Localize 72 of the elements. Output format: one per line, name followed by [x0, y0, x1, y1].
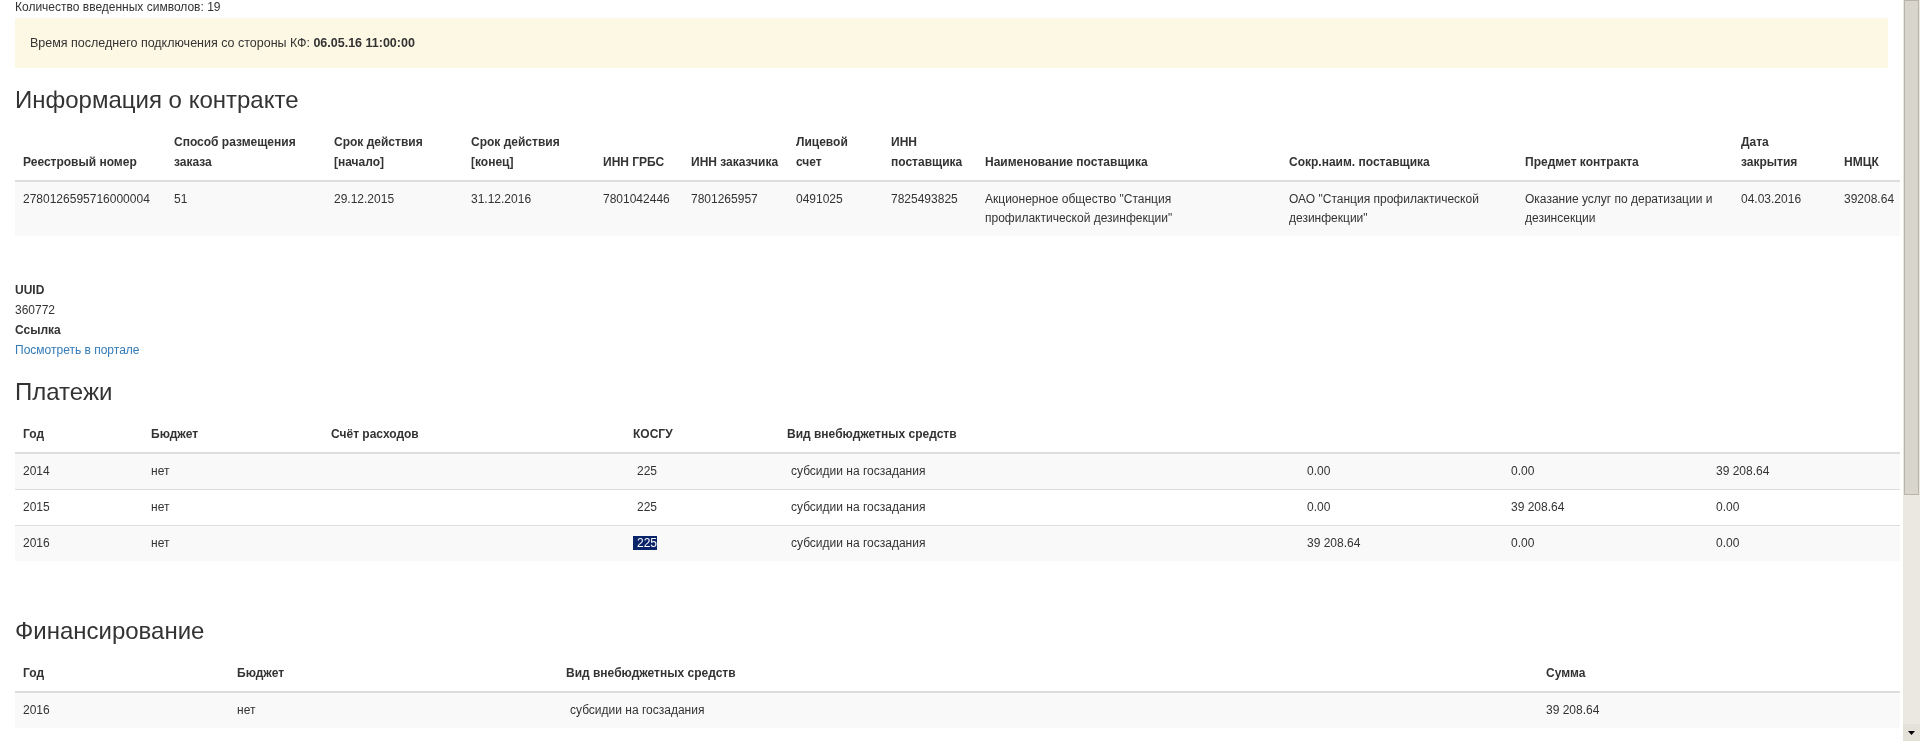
table-cell: Акционерное общество "Станция профилактической дезинфекции"	[985, 192, 1173, 225]
table-cell: 7801042446	[603, 192, 670, 206]
scrollbar-thumb[interactable]	[1904, 0, 1919, 495]
column-header: Бюджет	[237, 666, 285, 680]
column-header: Способ размещения заказа	[174, 135, 296, 169]
table-cell: 2780126595716000004	[23, 192, 150, 206]
scroll-down-icon[interactable]	[1903, 724, 1920, 741]
section-heading: Платежи	[15, 378, 114, 406]
column-header: НМЦК	[1844, 155, 1879, 169]
section-heading: Информация о контракте	[15, 86, 300, 114]
table-cell: Оказание услуг по дератизации и дезинсекции	[1525, 192, 1713, 225]
portal-link[interactable]: Посмотреть в портале	[15, 340, 140, 360]
detail-label: UUID	[15, 282, 46, 299]
table-cell-text: субсидии на госзадания	[790, 464, 926, 478]
table-cell: 04.03.2016	[1741, 192, 1802, 206]
table-cell-text: 225	[636, 464, 658, 478]
table-cell: 0.00	[1307, 500, 1331, 514]
table-cell: 39 208.64	[1716, 464, 1770, 478]
table-cell: 29.12.2015	[334, 192, 395, 206]
column-header: Год	[23, 427, 44, 441]
table-cell: нет	[151, 464, 170, 478]
table-cell: 225	[633, 536, 658, 550]
table-cell: 0.00	[1716, 536, 1740, 550]
column-header: Бюджет	[151, 427, 199, 441]
table-cell: 39 208.64	[1546, 703, 1600, 717]
column-header: Срок действия [конец]	[471, 135, 560, 169]
column-header: КОСГУ	[633, 427, 673, 441]
scrollbar[interactable]	[1903, 0, 1920, 741]
column-header: Счёт расходов	[331, 427, 419, 441]
table-cell: 2014	[23, 464, 50, 478]
table-cell-text: субсидии на госзадания	[790, 536, 926, 550]
alert-text: Время последнего подключения со стороны КФ: 06.05.16 11:00:00	[30, 36, 415, 50]
table-cell-text: субсидии на госзадания	[569, 703, 705, 717]
column-header: Вид внебюджетных средств	[787, 427, 957, 441]
column-header: Вид внебюджетных средств	[566, 666, 736, 680]
table-cell: 2016	[23, 703, 50, 717]
table-cell: нет	[151, 536, 170, 550]
table-cell-text: 225	[636, 500, 658, 514]
column-header: ИНН поставщика	[891, 135, 963, 169]
table-cell: 39 208.64	[1511, 500, 1565, 514]
table-cell: 31.12.2016	[471, 192, 532, 206]
column-header: ИНН заказчика	[691, 155, 779, 169]
table-cell: 2015	[23, 500, 50, 514]
column-header: ИНН ГРБС	[603, 155, 665, 169]
table-cell: 2016	[23, 536, 50, 550]
column-header: Наименование поставщика	[985, 155, 1148, 169]
column-header: Сумма	[1546, 666, 1586, 680]
column-header: Год	[23, 666, 44, 680]
table-cell: 39208.64	[1844, 192, 1895, 206]
table-cell: 39 208.64	[1307, 536, 1361, 550]
input-counter-text: Количество введенных символов: 19	[15, 0, 222, 14]
table-cell: 0.00	[1716, 500, 1740, 514]
table-cell: 7825493825	[891, 192, 958, 206]
detail-value: 360772	[15, 302, 57, 319]
column-header: Лицевой счет	[796, 135, 848, 169]
table-cell: 0.00	[1511, 464, 1535, 478]
table-cell: 0.00	[1511, 536, 1535, 550]
table-cell: 0.00	[1307, 464, 1331, 478]
table-cell: 0491025	[796, 192, 843, 206]
column-header: Сокр.наим. поставщика	[1289, 155, 1430, 169]
column-header: Дата закрытия	[1741, 135, 1798, 169]
table-cell-text: субсидии на госзадания	[790, 500, 926, 514]
table-cell: нет	[237, 703, 256, 717]
table-cell: 51	[174, 192, 188, 206]
detail-label: Ссылка	[15, 322, 62, 339]
table-cell: 7801265957	[691, 192, 758, 206]
table-cell: ОАО "Станция профилактической дезинфекции"	[1289, 192, 1479, 225]
column-header: Реестровый номер	[23, 155, 137, 169]
table-cell: нет	[151, 500, 170, 514]
section-heading: Финансирование	[15, 617, 206, 645]
column-header: Предмет контракта	[1525, 155, 1639, 169]
column-header: Срок действия [начало]	[334, 135, 423, 169]
